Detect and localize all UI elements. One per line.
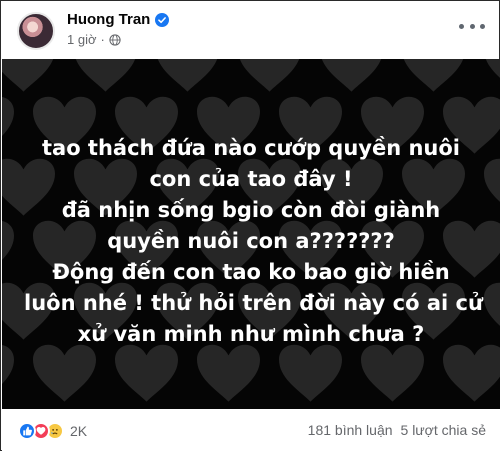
heart-shape	[33, 344, 96, 402]
globe-icon	[109, 33, 121, 46]
more-options-icon[interactable]	[459, 17, 485, 35]
heart-shape	[443, 344, 500, 402]
author-name[interactable]: Huong Tran	[67, 11, 150, 28]
heart-shape	[2, 220, 14, 278]
heart-shape	[320, 59, 383, 92]
post-text-line: đã nhịn sống bgio còn đòi giành	[61, 198, 441, 222]
post-content-background: tao thách đứa nào cướp quyền nuôi con củ…	[2, 59, 500, 409]
heart-shape	[2, 344, 14, 402]
author-row: Huong Tran	[67, 11, 170, 28]
avatar[interactable]	[17, 12, 55, 50]
shares-count[interactable]: 5 lượt chia sẻ	[401, 422, 486, 438]
comments-count[interactable]: 181 bình luận	[308, 422, 393, 438]
reaction-count[interactable]: 2K	[70, 423, 87, 439]
post-text-line: quyền nuôi con a???????	[107, 229, 395, 253]
heart-shape	[484, 59, 500, 92]
post-text: tao thách đứa nào cướp quyền nuôi con củ…	[24, 133, 483, 350]
post-footer: 2K 181 bình luận 5 lượt chia sẻ	[2, 409, 500, 451]
heart-shape	[402, 59, 465, 92]
engagement-stats: 181 bình luận 5 lượt chia sẻ	[300, 422, 486, 438]
heart-shape	[115, 344, 178, 402]
heart-shape	[197, 344, 260, 402]
post-meta: 1 giờ ·	[67, 32, 121, 47]
post-text-line: con của tao đây !	[149, 167, 353, 191]
meta-separator: ·	[100, 32, 105, 47]
heart-shape	[156, 59, 219, 92]
post-header: Huong Tran 1 giờ ·	[1, 1, 499, 59]
like-icon	[18, 422, 36, 440]
post-text-line: luôn nhé ! thử hỏi trên đời này có ai cử	[24, 291, 483, 315]
heart-shape	[2, 96, 14, 154]
heart-shape	[484, 158, 500, 216]
post-text-line: xử văn minh như mình chưa ?	[77, 322, 425, 346]
heart-shape	[238, 59, 301, 92]
facebook-post: Huong Tran 1 giờ · tao thách đứa nào cướ…	[0, 0, 500, 451]
heart-shape	[279, 344, 342, 402]
post-time[interactable]: 1 giờ	[67, 32, 97, 47]
heart-shape	[484, 282, 500, 340]
heart-shape	[74, 59, 137, 92]
heart-shape	[361, 344, 424, 402]
post-text-line: tao thách đứa nào cướp quyền nuôi	[41, 136, 460, 160]
post-text-line: Động đến con tao ko bao giờ hiền	[52, 260, 450, 284]
verified-badge-icon	[155, 12, 170, 27]
reactions-summary[interactable]: 2K	[18, 422, 87, 440]
heart-shape	[2, 59, 55, 92]
